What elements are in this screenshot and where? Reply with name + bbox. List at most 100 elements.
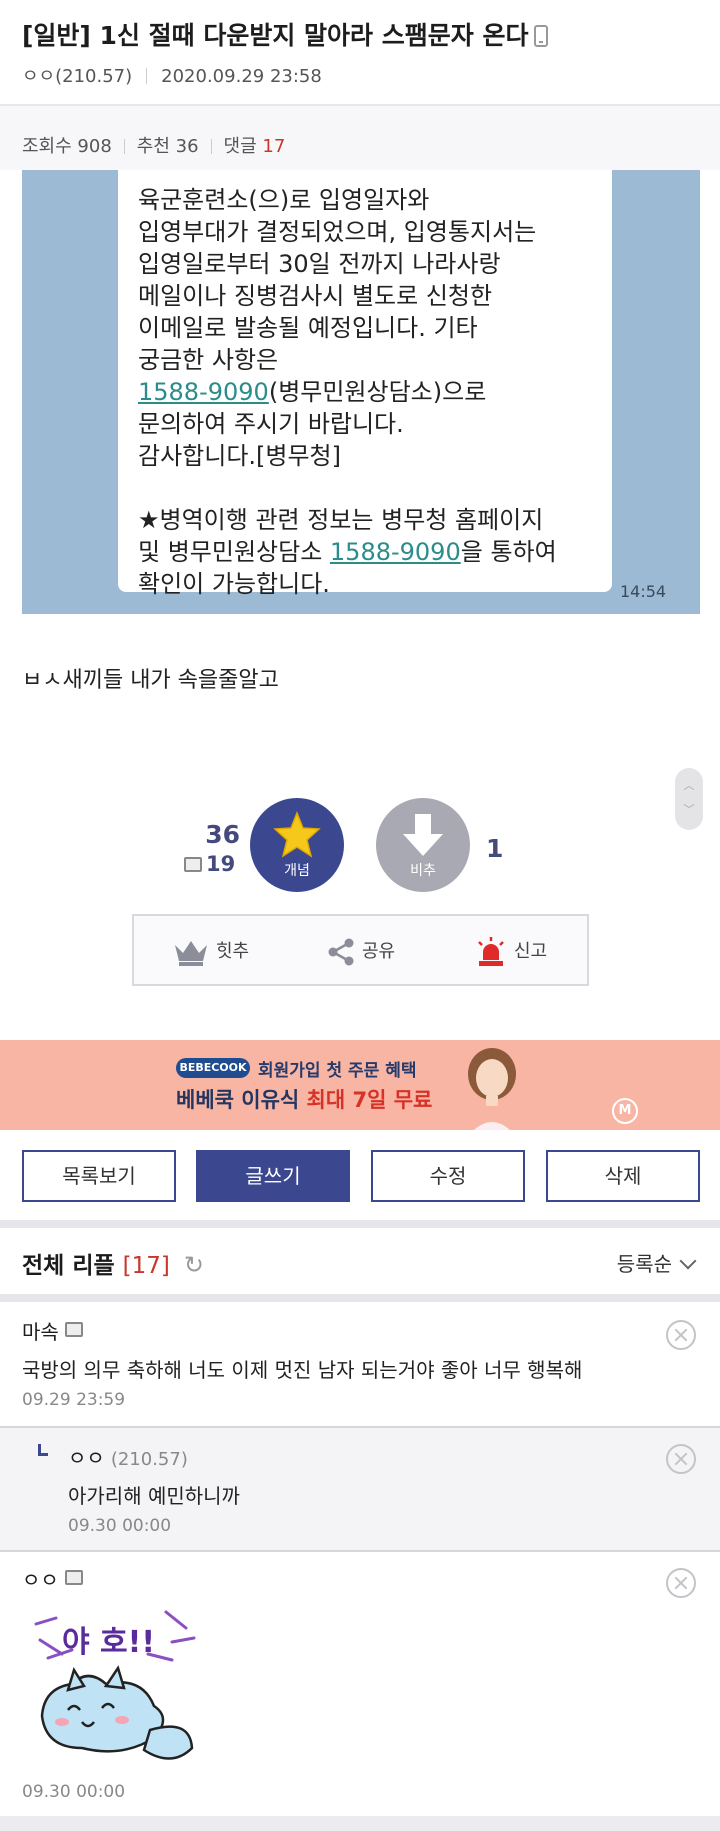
- sort-dropdown[interactable]: 등록순: [616, 1248, 697, 1277]
- list-button[interactable]: 목록보기: [22, 1150, 176, 1202]
- post-date: 2020.09.29 23:58: [161, 66, 322, 87]
- comment-date: 09.30 00:00: [22, 1782, 126, 1802]
- message-text: 육군훈련소(으)로 입영일자와 입영부대가 결정되었으며, 입영통지서는 입영일…: [138, 184, 557, 600]
- refresh-icon[interactable]: ↻: [184, 1251, 204, 1279]
- comments-title: 전체 리플: [22, 1253, 115, 1279]
- ad-brand-logo: BEBECOOK: [176, 1058, 250, 1078]
- reply-item: ㅇㅇ (210.57) 아가리해 예민하니까 09.30 00:00: [0, 1428, 720, 1550]
- delete-button[interactable]: 삭제: [546, 1150, 700, 1202]
- comments-count[interactable]: 17: [262, 136, 285, 157]
- message-screenshot: 육군훈련소(으)로 입영일자와 입영부대가 결정되었으며, 입영통지서는 입영일…: [22, 170, 700, 614]
- ad-badge: M: [612, 1098, 638, 1124]
- comment-author[interactable]: 마속: [22, 1316, 83, 1345]
- message-line: 입영일로부터 30일 전까지 나라사랑: [138, 250, 501, 278]
- edit-button[interactable]: 수정: [371, 1150, 525, 1202]
- message-line: 감사합니다.[병무청]: [138, 442, 341, 470]
- message-line: 육군훈련소(으)로 입영일자와: [138, 186, 430, 214]
- star-icon: [273, 810, 321, 858]
- share-label: 공유: [362, 941, 396, 962]
- share-button[interactable]: 공유: [326, 934, 395, 970]
- chevron-down-icon: [679, 1252, 697, 1270]
- comments-total: [17]: [122, 1253, 170, 1279]
- post-body-text: ㅂㅅ새끼들 내가 속을줄알고: [22, 668, 279, 693]
- post-title-text: [일반] 1신 절때 다운받지 말아라 스팸문자 온다: [22, 21, 529, 50]
- message-line: 및 병무민원상담소: [138, 538, 330, 566]
- post-meta: ㅇㅇ(210.57) 2020.09.29 23:58: [22, 62, 322, 88]
- fix-upvote-count: 19: [184, 852, 235, 876]
- message-line: 궁금한 사항은: [138, 346, 279, 374]
- delete-comment-icon[interactable]: [666, 1320, 696, 1350]
- message-line: 문의하여 주시기 바랍니다.: [138, 410, 404, 438]
- upvote-label: 개념: [284, 863, 310, 879]
- dccon-sticker[interactable]: 야 호!!: [22, 1598, 202, 1776]
- mobile-icon: [534, 25, 549, 47]
- delete-comment-icon[interactable]: [666, 1568, 696, 1598]
- delete-comment-icon[interactable]: [666, 1444, 696, 1474]
- divider: [123, 139, 125, 154]
- hit-label: 힛추: [216, 941, 250, 962]
- share-icon: [328, 938, 354, 966]
- sort-label: 등록순: [616, 1252, 672, 1276]
- message-line: (병무민원상담소)으로: [268, 378, 487, 406]
- comments-header: 전체 리플 [17] ↻: [22, 1246, 204, 1280]
- comment-text: 국방의 의무 축하해 너도 이제 멋진 남자 되는거야 좋아 너무 행복해: [22, 1358, 583, 1382]
- siren-icon: [478, 937, 504, 966]
- recommend-label: 추천: [136, 136, 170, 157]
- ad-line2-prefix: 베베쿡 이유식: [176, 1088, 307, 1112]
- post-stats: 조회수 908 추천 36 댓글 17: [22, 132, 285, 158]
- scroll-handle[interactable]: ︿ ﹀: [675, 768, 703, 830]
- report-label: 신고: [514, 941, 548, 962]
- arrow-down-icon: [403, 814, 443, 856]
- reply-text: 아가리해 예민하니까: [68, 1484, 240, 1508]
- message-time: 14:54: [620, 582, 667, 601]
- comment-author[interactable]: ㅇㅇ: [22, 1564, 83, 1593]
- ad-person-image: [468, 1048, 516, 1130]
- write-button[interactable]: 글쓰기: [196, 1150, 350, 1202]
- post-title: [일반] 1신 절때 다운받지 말아라 스팸문자 온다: [22, 16, 549, 52]
- downvote-label: 비추: [410, 863, 436, 879]
- message-line: 을 통하여: [460, 538, 557, 566]
- comments-label: 댓글: [223, 136, 257, 157]
- ad-banner[interactable]: BEBECOOK 회원가입 첫 주문 혜택 베베쿡 이유식 최대 7일 무료 M: [0, 1040, 720, 1130]
- ad-line2-highlight: 최대 7일 무료: [306, 1088, 433, 1112]
- dccon-text: 야 호!!: [62, 1625, 155, 1660]
- views-count: 908: [77, 136, 112, 157]
- message-line: 메일이나 징병검사시 별도로 신청한: [138, 282, 493, 310]
- chevron-down-icon: ﹀: [683, 803, 695, 816]
- upvote-count: 36: [205, 820, 240, 849]
- hit-button[interactable]: 힛추: [172, 934, 249, 970]
- crown-icon: [175, 941, 207, 966]
- fixed-nick-icon: [184, 857, 202, 872]
- reply-author[interactable]: ㅇㅇ (210.57): [68, 1442, 188, 1471]
- message-line: ★병역이행 관련 정보는 병무청 홈페이지: [138, 506, 544, 534]
- post-actions: 힛추 공유 신고: [132, 914, 589, 986]
- reply-indicator-icon: [38, 1444, 48, 1456]
- comment-nick: ㅇㅇ: [22, 1568, 59, 1592]
- phone-link: 1588-9090: [329, 538, 461, 566]
- views-label: 조회수: [22, 136, 72, 157]
- stats-bar: 조회수 908 추천 36 댓글 17: [0, 106, 720, 170]
- fix-count-value: 19: [206, 852, 236, 876]
- post-header: [일반] 1신 절때 다운받지 말아라 스팸문자 온다 ㅇㅇ(210.57) 20…: [0, 0, 720, 106]
- section-divider: [0, 1294, 720, 1302]
- fixed-nick-icon: [64, 1322, 83, 1337]
- upvote-button[interactable]: 개념: [250, 798, 344, 892]
- divider: [146, 68, 148, 84]
- message-line: 이메일로 발송될 예정입니다. 기타: [138, 314, 478, 342]
- post-author[interactable]: ㅇㅇ(210.57): [22, 66, 132, 87]
- comment-item: 마속 국방의 의무 축하해 너도 이제 멋진 남자 되는거야 좋아 너무 행복해…: [0, 1302, 720, 1426]
- comment-nick: ㅇㅇ: [68, 1446, 105, 1470]
- ad-line2: 베베쿡 이유식 최대 7일 무료: [176, 1084, 432, 1114]
- message-line: 입영부대가 결정되었으며, 입영통지서는: [138, 218, 537, 246]
- recommend-count: 36: [175, 136, 199, 157]
- downvote-button[interactable]: 비추: [376, 798, 470, 892]
- report-button[interactable]: 신고: [474, 934, 547, 970]
- phone-link: 1588-9090: [138, 378, 269, 406]
- reply-date: 09.30 00:00: [68, 1516, 172, 1536]
- post-buttons: 목록보기 글쓰기 수정 삭제: [22, 1150, 700, 1202]
- comment-ip: (210.57): [110, 1449, 188, 1470]
- divider: [210, 139, 212, 154]
- comment-nick: 마속: [22, 1320, 59, 1344]
- downvote-count: 1: [486, 834, 504, 863]
- comment-date: 09.29 23:59: [22, 1390, 126, 1410]
